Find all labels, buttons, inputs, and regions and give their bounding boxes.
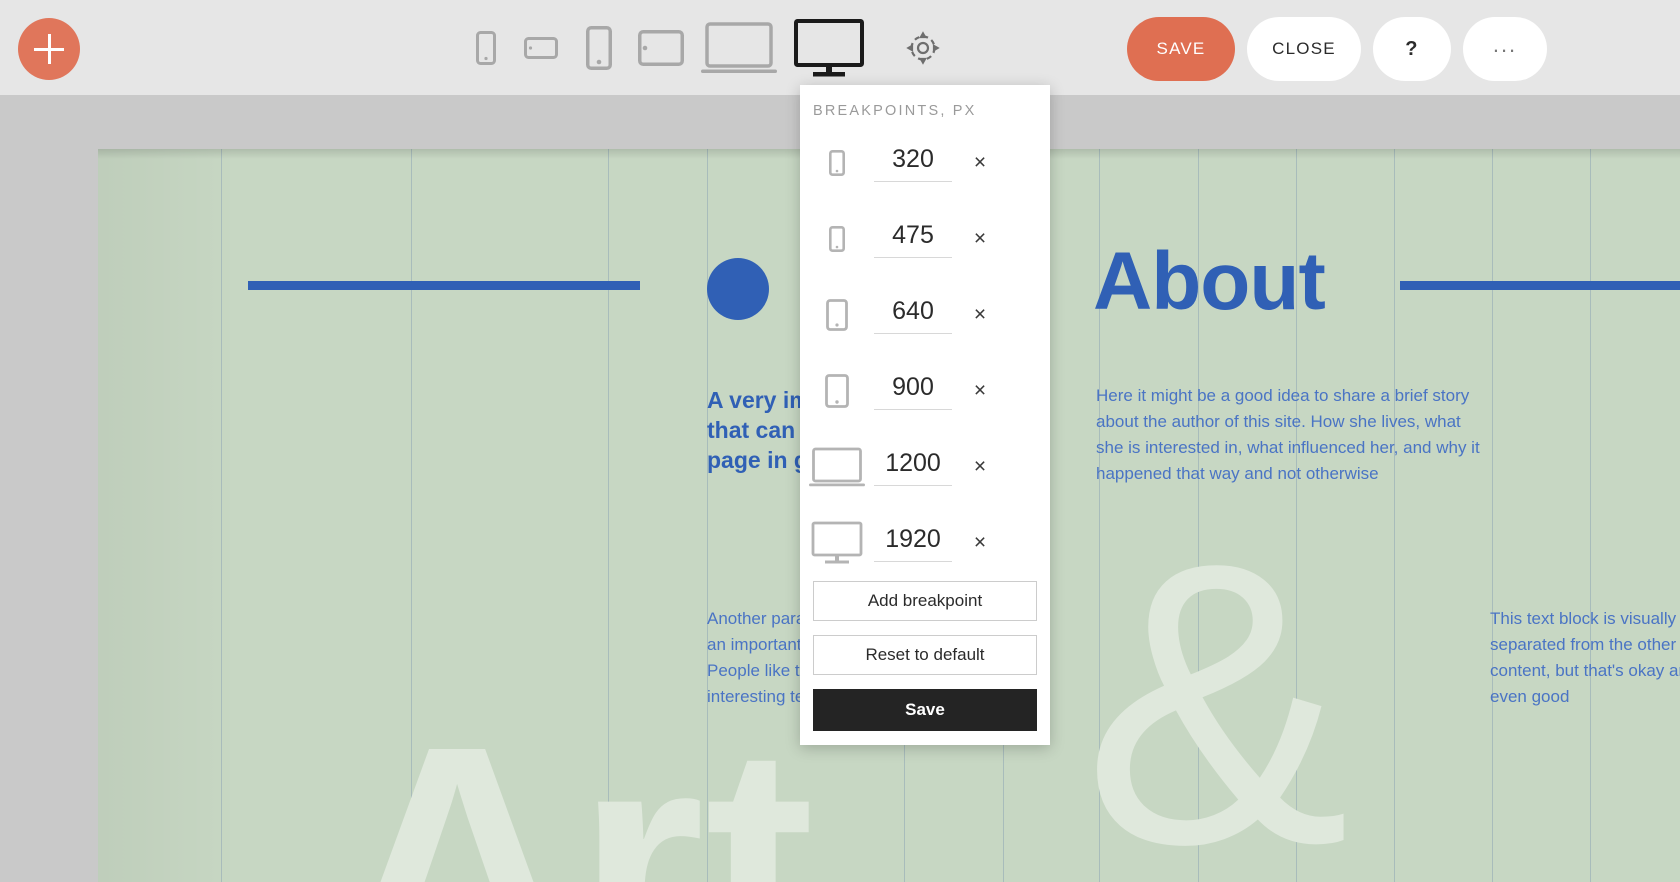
laptop-icon <box>800 447 874 487</box>
desktop-icon <box>794 18 864 76</box>
phone-small-icon <box>800 150 874 176</box>
settings-gear-button[interactable] <box>905 30 941 66</box>
device-phone-portrait[interactable] <box>570 0 628 95</box>
page-title: About <box>1093 236 1326 327</box>
right-paragraph: This text block is visually separated fr… <box>1490 609 1680 706</box>
breakpoint-row: × <box>800 277 1050 353</box>
grid-column-line <box>1590 149 1591 882</box>
breakpoint-value-input[interactable] <box>874 372 952 410</box>
device-tablet-landscape[interactable] <box>628 0 694 95</box>
device-phone-landscape[interactable] <box>512 0 570 95</box>
breakpoint-row: × <box>800 505 1050 581</box>
remove-breakpoint-button[interactable]: × <box>952 378 1008 404</box>
device-breakpoint-switcher <box>460 0 874 95</box>
remove-breakpoint-button[interactable]: × <box>952 530 1008 556</box>
remove-breakpoint-button[interactable]: × <box>952 454 1008 480</box>
grid-column-line <box>1394 149 1395 882</box>
decor-bar-left <box>248 281 640 290</box>
save-button[interactable]: SAVE <box>1127 17 1235 81</box>
breakpoint-row: × <box>800 125 1050 201</box>
watermark-art: Art <box>338 677 815 882</box>
breakpoint-value-input[interactable] <box>874 144 952 182</box>
breakpoint-row: × <box>800 353 1050 429</box>
close-button[interactable]: CLOSE <box>1247 17 1361 81</box>
device-desktop[interactable] <box>784 0 874 95</box>
desktop-icon <box>800 521 874 565</box>
device-phone-portrait-small[interactable] <box>460 0 512 95</box>
decor-bar-right <box>1400 281 1680 290</box>
add-button[interactable] <box>18 18 80 80</box>
watermark-ampersand: & <box>1083 480 1350 882</box>
breakpoint-row: × <box>800 201 1050 277</box>
more-options-button[interactable]: ... <box>1463 17 1547 81</box>
breakpoint-value-input[interactable] <box>874 448 952 486</box>
breakpoint-row: × <box>800 429 1050 505</box>
breakpoint-value-input[interactable] <box>874 296 952 334</box>
remove-breakpoint-button[interactable]: × <box>952 226 1008 252</box>
plus-icon <box>34 48 64 51</box>
remove-breakpoint-button[interactable]: × <box>952 150 1008 176</box>
tablet-icon <box>800 374 874 408</box>
grid-column-line <box>1492 149 1493 882</box>
reset-to-default-button[interactable]: Reset to default <box>813 635 1037 675</box>
app-root: Art & About Here it might be a good idea… <box>0 0 1680 882</box>
remove-breakpoint-button[interactable]: × <box>952 302 1008 328</box>
panel-save-button[interactable]: Save <box>813 689 1037 731</box>
grid-column-line <box>221 149 222 882</box>
decor-circle <box>707 258 769 320</box>
top-toolbar: SAVE CLOSE ? ... <box>0 0 1680 95</box>
gear-icon <box>906 31 940 65</box>
tablet-icon <box>638 29 684 66</box>
help-button[interactable]: ? <box>1373 17 1451 81</box>
phone-small-icon <box>476 30 496 65</box>
breakpoints-panel: BREAKPOINTS, PX × × × <box>800 85 1050 745</box>
phone-icon <box>586 25 612 70</box>
device-laptop[interactable] <box>694 0 784 95</box>
breakpoint-value-input[interactable] <box>874 524 952 562</box>
phone-small-icon <box>800 226 874 252</box>
breakpoint-value-input[interactable] <box>874 220 952 258</box>
laptop-icon <box>701 21 777 73</box>
about-paragraph: Here it might be a good idea to share a … <box>1096 386 1480 483</box>
phone-landscape-icon <box>524 36 558 59</box>
add-breakpoint-button[interactable]: Add breakpoint <box>813 581 1037 621</box>
phone-icon <box>800 299 874 331</box>
breakpoints-panel-title: BREAKPOINTS, PX <box>813 103 977 119</box>
page-left-shadow <box>98 149 238 882</box>
